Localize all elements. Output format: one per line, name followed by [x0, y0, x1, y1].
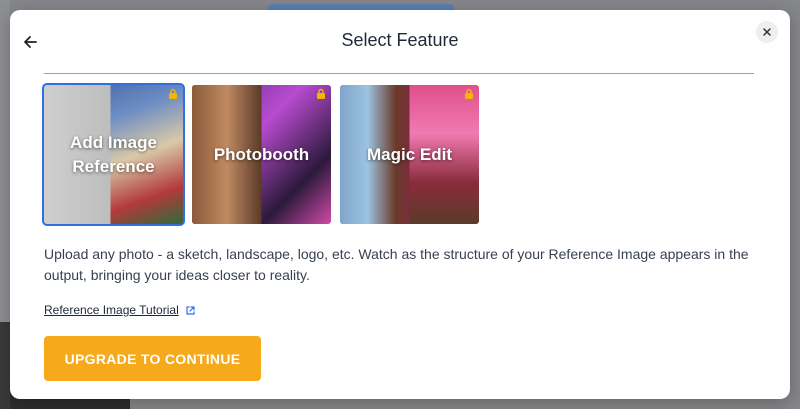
- feature-description: Upload any photo - a sketch, landscape, …: [44, 246, 749, 283]
- lock-icon: [465, 88, 473, 99]
- upgrade-to-continue-button[interactable]: UPGRADE TO CONTINUE: [44, 336, 261, 381]
- feature-card-photobooth[interactable]: Photobooth: [192, 85, 331, 224]
- tutorial-link-label: Reference Image Tutorial: [44, 303, 179, 317]
- tutorial-link[interactable]: Reference Image Tutorial: [44, 303, 196, 317]
- lock-icon: [317, 88, 325, 99]
- feature-card-add-image-reference[interactable]: Add Image Reference: [42, 83, 185, 226]
- modal-title: Select Feature: [341, 30, 459, 50]
- select-feature-modal: Select Feature Add Image Reference Photo…: [10, 10, 790, 399]
- close-icon: [763, 28, 771, 36]
- feature-label: Magic Edit: [366, 144, 452, 164]
- lock-icon: [169, 88, 177, 99]
- close-button[interactable]: [756, 21, 778, 43]
- feature-label: Photobooth: [213, 144, 310, 164]
- header-divider: [44, 73, 754, 74]
- feature-label: Add Image Reference: [70, 132, 157, 176]
- feature-card-magic-edit[interactable]: Magic Edit: [340, 85, 479, 224]
- external-link-icon: [186, 305, 195, 315]
- background-thumbnail: [0, 322, 10, 409]
